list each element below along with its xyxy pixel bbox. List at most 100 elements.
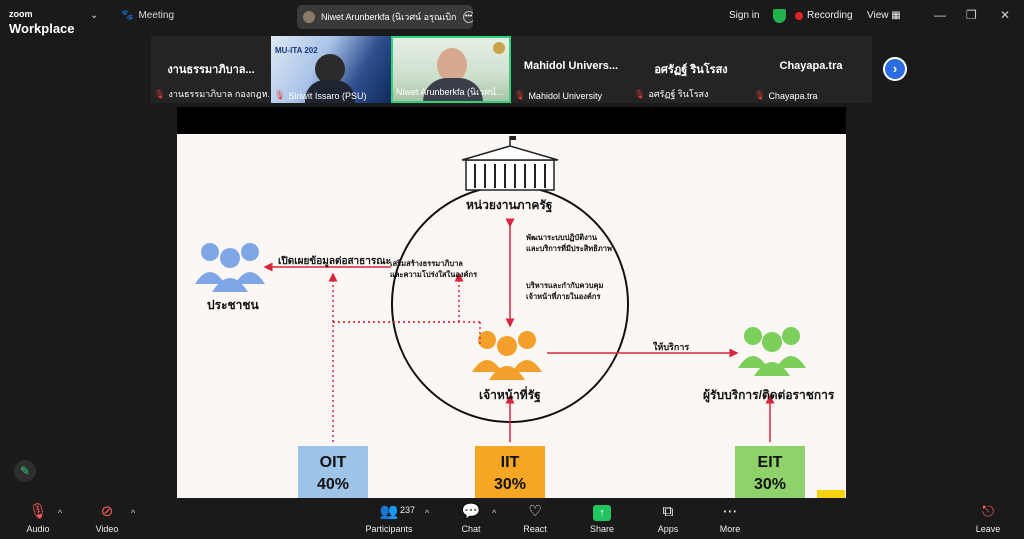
recording-indicator[interactable]: Recording [795, 10, 853, 21]
participant-name: อศรัฏฐ์ รินโรสง [648, 89, 709, 99]
leave-button[interactable]: ⎋ Leave [963, 502, 1013, 534]
meeting-menu[interactable]: 🐾 Meeting [121, 10, 174, 21]
more-label: More [719, 524, 741, 534]
video-label: Video [95, 524, 119, 534]
emblem-icon [493, 42, 505, 54]
apps-label: Apps [657, 524, 679, 534]
participant-head [437, 48, 467, 82]
oit-box: OIT 40% [298, 446, 368, 498]
share-icon: ↑ [593, 505, 611, 521]
participant-tile[interactable]: งานธรรมาภิบาล... 🎙 งานธรรมาภิบาล กองกฎห..… [151, 36, 271, 103]
heart-icon: ♡ [528, 503, 542, 520]
mic-muted-icon: 🎙 [28, 503, 48, 520]
chevron-up-icon[interactable]: ^ [492, 508, 496, 518]
shield-icon[interactable] [773, 9, 786, 23]
iit-percent: 30% [493, 476, 527, 493]
chat-icon: 💬 [461, 503, 481, 520]
restore-icon[interactable]: ❐ [966, 8, 977, 22]
agency-label: หน่วยงานภาครัฐ [466, 198, 553, 212]
government-building-icon [461, 136, 559, 191]
participant-tile[interactable]: อศรัฏฐ์ รินโรสง 🎙 อศรัฏฐ์ รินโรสง [631, 36, 751, 103]
view-label: View [867, 10, 889, 21]
public-people-icon [195, 243, 265, 292]
meeting-label: Meeting [138, 10, 175, 21]
avatar [303, 11, 315, 23]
participant-name: Chayapa.tra [768, 90, 818, 101]
more-options-icon[interactable]: ••• [462, 11, 473, 23]
sign-in-link[interactable]: Sign in [729, 10, 760, 21]
mic-muted-icon: 🎙 [634, 88, 646, 99]
participant-big-name: Chayapa.tra [779, 60, 843, 72]
chat-label: Chat [461, 524, 481, 534]
react-button[interactable]: ♡ React [510, 502, 560, 534]
slide: หน่วยงานภาครัฐ เปิดเผยข้อมูลต่อสาธารณะ ป… [177, 134, 846, 498]
audio-label: Audio [26, 524, 50, 534]
video-off-icon: ⊘ [100, 503, 114, 520]
participant-tile[interactable]: MU-ITA 202 🎙 Siriwit Issaro (PSU) [271, 36, 391, 103]
participant-name: Niwet Arunberkfa (นิเวศน์... [396, 87, 504, 97]
record-dot-icon [795, 11, 803, 20]
staff-label: เจ้าหน้าที่รัฐ [479, 388, 541, 402]
slide-diagram [195, 136, 806, 442]
view-menu[interactable]: View ▦ [867, 10, 901, 21]
staff-people-icon [472, 331, 542, 380]
chevron-down-icon[interactable]: ⌄ [90, 10, 98, 21]
leave-label: Leave [975, 524, 1001, 534]
participant-tile[interactable]: Chayapa.tra 🎙 Chayapa.tra [751, 36, 871, 103]
video-overlay-text: MU-ITA 202 [275, 46, 318, 55]
close-icon[interactable]: ✕ [1000, 8, 1010, 22]
next-page-button[interactable]: › [883, 57, 907, 81]
participant-label: 🎙 Chayapa.tra [754, 90, 869, 101]
participant-label: Niwet Arunberkfa (นิเวศน์... [396, 85, 507, 99]
oit-code: OIT [319, 454, 347, 471]
brand-big: Workplace [9, 21, 75, 36]
participants-count: 237 [400, 505, 416, 515]
participant-name: Siriwit Issaro (PSU) [288, 90, 367, 101]
participant-label: 🎙 Siriwit Issaro (PSU) [274, 90, 389, 101]
participant-big-name: อศรัฏฐ์ รินโรสง [654, 64, 728, 76]
participant-label: 🎙 Mahidol University [514, 90, 629, 101]
mic-muted-icon: 🎙 [274, 90, 286, 100]
participant-tile-active[interactable]: Niwet Arunberkfa (นิเวศน์... [391, 36, 511, 103]
participants-label: Participants [365, 524, 413, 534]
participant-tile[interactable]: Mahidol Univers... 🎙 Mahidol University [511, 36, 631, 103]
active-speaker-name: Niwet Arunberkfa (นิเวศน์ อรุณเบิก [321, 12, 457, 22]
chevron-up-icon[interactable]: ^ [131, 508, 135, 518]
eit-percent: 30% [753, 476, 787, 493]
participant-strip: งานธรรมาภิบาล... 🎙 งานธรรมาภิบาล กองกฎห..… [151, 36, 872, 103]
recipients-people-icon [738, 327, 806, 376]
participant-name: งานธรรมาภิบาล กองกฎห... [168, 89, 269, 99]
eit-box: EIT 30% [735, 446, 805, 498]
annotate-pencil-icon[interactable]: ✎ [14, 460, 36, 482]
yellow-marker [817, 490, 845, 498]
zoom-logo[interactable]: zoom Workplace [9, 5, 75, 36]
governance-line-2: และความโปร่งใสในองค์กร [390, 270, 478, 279]
eit-code: EIT [757, 454, 783, 471]
react-label: React [523, 524, 547, 534]
iit-code: IIT [500, 454, 520, 471]
disclose-label: เปิดเผยข้อมูลต่อสาธารณะ [278, 256, 391, 267]
share-icon-wrap: ↑ [577, 502, 627, 522]
apps-button[interactable]: ⧉ Apps [643, 502, 693, 534]
service-label: ให้บริการ [653, 342, 690, 352]
share-button[interactable]: ↑ Share [577, 502, 627, 534]
meeting-toolbar: 🎙 Audio ^ ⊘ Video ^ 👥 Participants 237 ^… [0, 498, 1024, 539]
top-bar: zoom Workplace ⌄ 🐾 Meeting Niwet Arunber… [0, 0, 1024, 36]
iit-box: IIT 30% [475, 446, 545, 498]
minimize-icon[interactable]: — [934, 8, 946, 22]
chat-button[interactable]: 💬 Chat [446, 502, 496, 534]
mic-muted-icon: 🎙 [154, 88, 166, 99]
video-button[interactable]: ⊘ Video [82, 502, 132, 534]
active-speaker-pill[interactable]: Niwet Arunberkfa (นิเวศน์ อรุณเบิก ••• [297, 5, 473, 29]
recording-label: Recording [807, 10, 853, 21]
chevron-up-icon[interactable]: ^ [58, 508, 62, 518]
participant-name: Mahidol University [528, 90, 602, 101]
more-button[interactable]: ⋯ More [705, 502, 755, 534]
mic-muted-icon: 🎙 [514, 90, 526, 100]
audio-button[interactable]: 🎙 Audio [13, 502, 63, 534]
oit-percent: 40% [316, 476, 350, 493]
recipients-label: ผู้รับบริการ/ติดต่อราชการ [703, 388, 835, 402]
chevron-up-icon[interactable]: ^ [425, 508, 429, 518]
manage-line-2: เจ้าหน้าที่ภายในองค์กร [526, 292, 601, 301]
mic-muted-icon: 🎙 [754, 90, 766, 100]
